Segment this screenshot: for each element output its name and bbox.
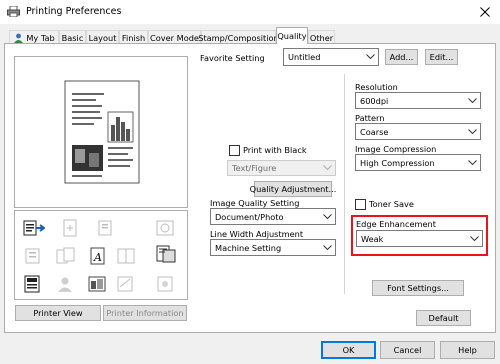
tab-strip: My Tab Basic Layout Finish Cover Mode St…: [0, 27, 500, 44]
resolution-select[interactable]: 600dpi: [355, 92, 481, 109]
tab-label: Other: [309, 32, 334, 43]
person-icon: [58, 277, 72, 292]
edit-favorite-button[interactable]: Edit...: [425, 49, 458, 65]
printer-information-button[interactable]: Printer Information: [103, 305, 187, 321]
tab-my-tab[interactable]: My Tab: [9, 30, 59, 44]
pattern-label: Pattern: [355, 113, 385, 123]
printer-information-label: Printer Information: [106, 308, 184, 318]
close-icon: [480, 7, 490, 17]
ok-label: OK: [342, 345, 355, 355]
tab-label: Finish: [121, 32, 146, 43]
chevron-down-icon: [323, 165, 332, 170]
color-icon: [88, 276, 106, 292]
tab-label: Quality: [277, 31, 307, 41]
tab-label: Layout: [88, 32, 117, 43]
watermark-icon: [117, 276, 133, 292]
chevron-down-icon: [323, 244, 332, 250]
toner-save-label: Toner Save: [369, 199, 414, 209]
line-width-adjustment-value: Machine Setting: [215, 242, 282, 253]
tab-stamp-composition[interactable]: Stamp/Composition: [198, 30, 279, 44]
staple-icon: [25, 248, 40, 264]
toner-save-checkbox[interactable]: [355, 199, 366, 210]
print-with-black-select[interactable]: Text/Figure: [227, 160, 336, 176]
favorite-setting-value: Untitled: [288, 52, 321, 62]
edit-favorite-label: Edit...: [429, 52, 454, 62]
font-settings-button[interactable]: Font Settings...: [372, 280, 464, 296]
chevron-down-icon: [468, 97, 477, 103]
line-width-adjustment-label: Line Width Adjustment: [210, 229, 304, 239]
favorite-setting-select[interactable]: Untitled: [283, 48, 379, 66]
ok-button[interactable]: OK: [321, 341, 376, 359]
tab-layout[interactable]: Layout: [86, 30, 119, 44]
close-button[interactable]: [470, 0, 500, 24]
black-text-icon: [24, 275, 40, 293]
svg-text:A: A: [93, 251, 102, 264]
page-preview-image: [64, 80, 140, 184]
line-width-adjustment-select[interactable]: Machine Setting: [210, 239, 336, 256]
print-preview: [14, 56, 188, 208]
chevron-down-icon: [366, 54, 375, 59]
title-bar: Printing Preferences: [0, 0, 500, 24]
booklet-icon: [117, 248, 135, 264]
printer-view-label: Printer View: [33, 308, 83, 318]
quality-adjustment-label: Quality Adjustment...: [249, 184, 337, 194]
tab-other[interactable]: Other: [308, 30, 335, 44]
image-compression-select[interactable]: High Compression: [355, 154, 481, 171]
paper-tray-icon: [98, 220, 112, 236]
image-quality-setting-value: Document/Photo: [215, 211, 284, 222]
image-compression-value: High Compression: [360, 157, 435, 168]
add-favorite-label: Add...: [389, 52, 414, 62]
overlay-icon: [157, 276, 173, 292]
print-with-black-value: Text/Figure: [232, 163, 277, 173]
print-with-black-checkbox[interactable]: [229, 145, 240, 156]
printer-icon: [7, 6, 20, 17]
window-title: Printing Preferences: [26, 6, 122, 17]
tab-cover-mode[interactable]: Cover Mode: [148, 30, 201, 44]
chevron-down-icon: [468, 159, 477, 165]
orientation-icon: [63, 219, 77, 237]
default-label: Default: [428, 313, 459, 323]
printer-view-button[interactable]: Printer View: [15, 305, 101, 321]
cancel-button[interactable]: Cancel: [380, 341, 435, 359]
finisher-icon: [156, 245, 176, 263]
pattern-select[interactable]: Coarse: [355, 123, 481, 140]
duplex-icon: [56, 247, 75, 264]
tab-label: Cover Mode: [150, 32, 199, 43]
tab-label: Stamp/Composition: [198, 32, 279, 43]
chevron-down-icon: [323, 213, 332, 219]
resolution-label: Resolution: [355, 82, 398, 92]
settings-icon-grid: A: [14, 210, 188, 300]
font-icon: A: [90, 247, 105, 265]
printer-output-icon: [23, 220, 45, 236]
help-button[interactable]: Help: [440, 341, 495, 359]
favorite-setting-label: Favorite Setting: [200, 53, 265, 63]
pattern-value: Coarse: [360, 126, 389, 137]
tab-quality[interactable]: Quality: [276, 27, 308, 44]
default-button[interactable]: Default: [416, 310, 471, 326]
tab-finish[interactable]: Finish: [119, 30, 148, 44]
stamp-icon: [156, 220, 174, 236]
help-label: Help: [458, 345, 477, 355]
tab-label: My Tab: [26, 32, 55, 43]
tab-label: Basic: [61, 32, 84, 43]
cancel-label: Cancel: [393, 345, 422, 355]
image-quality-setting-label: Image Quality Setting: [210, 198, 300, 208]
column-divider: [344, 74, 345, 294]
print-with-black-label: Print with Black: [243, 145, 307, 155]
add-favorite-button[interactable]: Add...: [385, 49, 418, 65]
resolution-value: 600dpi: [360, 95, 389, 106]
quality-adjustment-button[interactable]: Quality Adjustment...: [250, 181, 336, 197]
font-settings-label: Font Settings...: [387, 283, 449, 293]
edge-enhancement-highlight: [351, 215, 488, 256]
image-compression-label: Image Compression: [355, 144, 437, 154]
tab-basic[interactable]: Basic: [59, 30, 86, 44]
user-icon: [14, 33, 24, 43]
image-quality-setting-select[interactable]: Document/Photo: [210, 208, 336, 225]
chevron-down-icon: [468, 128, 477, 134]
